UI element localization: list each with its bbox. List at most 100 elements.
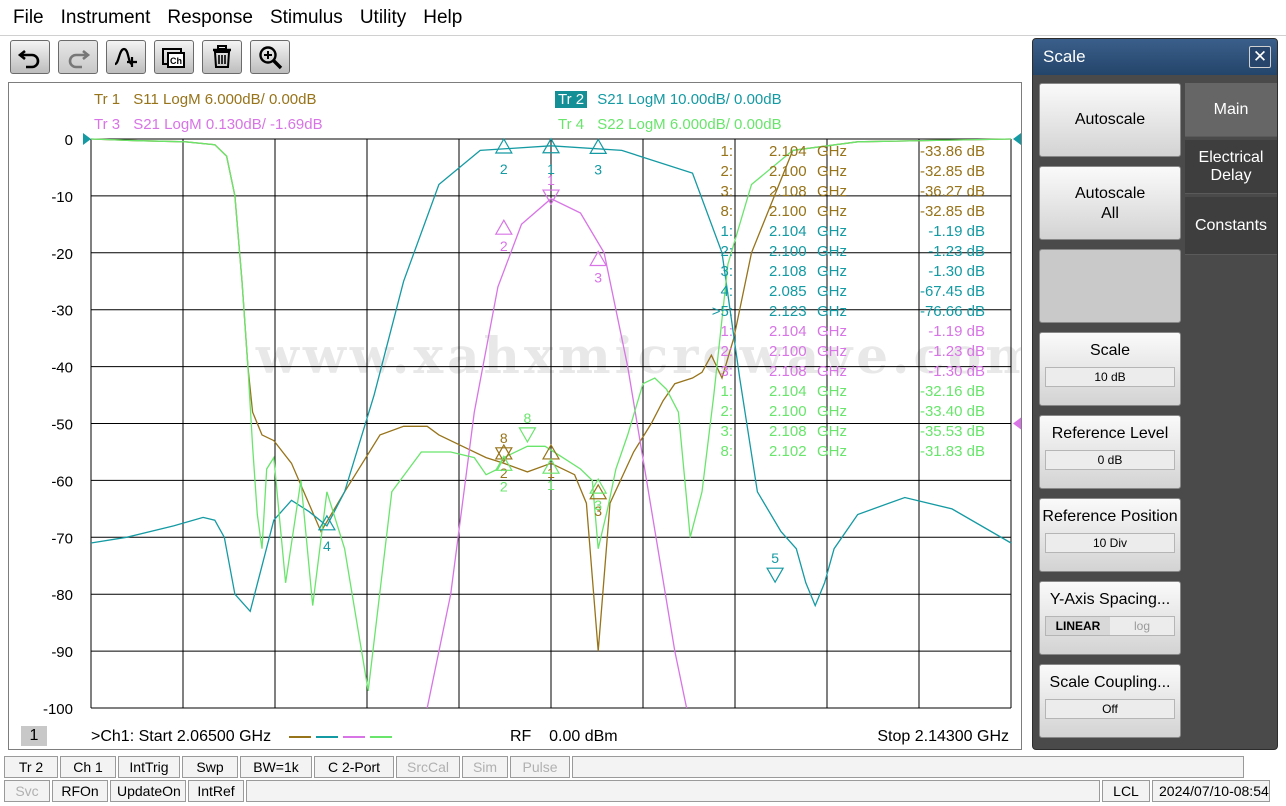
status-button-2024-07-10-08-54[interactable]: 2024/07/10-08:54 [1152,780,1270,802]
marker-triangle [494,218,513,235]
reference-position-button[interactable]: Reference Position 10 Div [1039,498,1181,572]
status-button-intref[interactable]: IntRef [188,780,244,802]
status-button-updateon[interactable]: UpdateOn [110,780,186,802]
status-button-ch-1[interactable]: Ch 1 [60,756,116,778]
close-button[interactable]: ✕ [1249,46,1271,68]
marker-value: -76.66 dB [919,303,985,320]
menu-bar: File Instrument Response Stimulus Utilit… [0,0,1286,36]
menu-stimulus[interactable]: Stimulus [263,0,353,36]
marker-frequency: 2.085 [769,283,807,300]
trace-desc: S11 LogM 6.000dB/ 0.00dB [133,91,317,108]
marker-number: 2 [500,161,508,177]
autoscale-all-label: Autoscale All [1075,185,1146,222]
status-button-sim[interactable]: Sim [462,756,508,778]
y-tick-label: -90 [51,644,73,661]
y-axis-spacing-button[interactable]: Y-Axis Spacing... LINEAR log [1039,581,1181,655]
reference-arrow-trace-3 [1013,417,1021,430]
trace-color-legend [289,736,392,738]
menu-help[interactable]: Help [416,0,472,36]
menu-file[interactable]: File [6,0,54,36]
add-marker-icon [114,47,137,67]
marker-value: -36.27 dB [919,183,985,200]
trace-header-4[interactable]: Tr 4 S22 LogM 6.000dB/ 0.00dB [555,116,782,133]
marker-readout-row: 2: 2.100 GHz -1.23 dB [709,243,985,263]
redo-icon [68,49,91,69]
autoscale-all-button[interactable]: Autoscale All [1039,166,1181,240]
status-button-rfon[interactable]: RFOn [52,780,108,802]
marker-number: 3 [594,269,602,285]
tab-electrical-delay-label: Electrical Delay [1198,149,1264,184]
marker-readout-row: 2: 2.100 GHz -32.85 dB [709,163,985,183]
zoom-button[interactable] [250,40,290,74]
tab-main[interactable]: Main [1185,83,1277,137]
reference-position-label: Reference Position [1042,508,1178,525]
undo-button[interactable] [10,40,50,74]
marker-id: 2: [720,243,733,260]
marker-id: 1: [720,323,733,340]
linear-option: LINEAR [1046,617,1110,635]
status-button-lcl[interactable]: LCL [1102,780,1150,802]
marker-unit: GHz [817,263,847,280]
marker-triangle [518,427,537,444]
status-button-c-2-port[interactable]: C 2-Port [314,756,394,778]
scale-button[interactable]: Scale 10 dB [1039,332,1181,406]
tab-constants[interactable]: Constants [1185,197,1277,255]
status-button-bw-1k[interactable]: BW=1k [240,756,312,778]
marker-value: -33.86 dB [919,143,985,160]
trace-id: Tr 1 [94,91,121,108]
reference-position-value: 10 Div [1045,533,1175,553]
stop-frequency[interactable]: Stop 2.14300 GHz [877,728,1009,746]
marker-id: 2: [720,343,733,360]
rf-power[interactable]: RF 0.00 dBm [510,728,618,746]
status-button-blank [246,780,1100,802]
marker-readout-row: 1: 2.104 GHz -33.86 dB [709,143,985,163]
marker-id: 8: [720,203,733,220]
redo-button[interactable] [58,40,98,74]
scale-panel: Scale ✕ Autoscale Autoscale All Scale 10… [1032,38,1278,750]
status-bar-top: Tr 2 Ch 1 IntTrig Swp BW=1k C 2-Port SrcCal Sim… [0,756,1286,780]
reference-level-label: Reference Level [1051,425,1169,442]
status-button-tr-2[interactable]: Tr 2 [4,756,58,778]
trace-header-2[interactable]: Tr 2 S21 LogM 10.00dB/ 0.00dB [555,91,782,108]
y-tick-label: -10 [51,189,73,206]
marker-value: -32.16 dB [919,383,985,400]
status-button-inttrig[interactable]: IntTrig [118,756,180,778]
marker-id: 1: [720,223,733,240]
marker-frequency: 2.100 [769,203,807,220]
add-marker-button[interactable] [106,40,146,74]
marker-frequency: 2.123 [769,303,807,320]
status-button-swp[interactable]: Swp [182,756,238,778]
reference-level-button[interactable]: Reference Level 0 dB [1039,415,1181,489]
copy-channel-button[interactable]: Ch [154,40,194,74]
channel-number[interactable]: 1 [21,726,47,746]
start-frequency[interactable]: >Ch1: Start 2.06500 GHz [91,728,271,746]
autoscale-button[interactable]: Autoscale [1039,83,1181,157]
trace-id: Tr 2 [555,91,588,108]
marker-unit: GHz [817,303,847,320]
marker-readout-row: 3: 2.108 GHz -1.30 dB [709,363,985,383]
status-button-svc[interactable]: Svc [4,780,50,802]
y-tick-label: -80 [51,587,73,604]
marker-unit: GHz [817,143,847,160]
delete-button[interactable] [202,40,242,74]
marker-frequency: 2.100 [769,243,807,260]
marker-unit: GHz [817,243,847,260]
marker-unit: GHz [817,363,847,380]
marker-unit: GHz [817,203,847,220]
tab-electrical-delay[interactable]: Electrical Delay [1185,140,1277,194]
marker-value: -67.45 dB [919,283,985,300]
menu-instrument[interactable]: Instrument [54,0,161,36]
menu-utility[interactable]: Utility [353,0,416,36]
marker-frequency: 2.100 [769,343,807,360]
trace-header-3[interactable]: Tr 3 S21 LogM 0.130dB/ -1.69dB [91,116,323,133]
marker-number: 8 [500,430,508,446]
marker-readout-row: 3: 2.108 GHz -1.30 dB [709,263,985,283]
marker-frequency: 2.100 [769,163,807,180]
scale-coupling-button[interactable]: Scale Coupling... Off [1039,664,1181,738]
status-button-pulse[interactable]: Pulse [510,756,570,778]
status-button-srccal[interactable]: SrcCal [396,756,460,778]
marker-number: 1 [547,172,555,188]
menu-response[interactable]: Response [160,0,263,36]
trace-header-1[interactable]: Tr 1 S11 LogM 6.000dB/ 0.00dB [91,91,317,108]
panel-title: Scale [1033,39,1277,75]
